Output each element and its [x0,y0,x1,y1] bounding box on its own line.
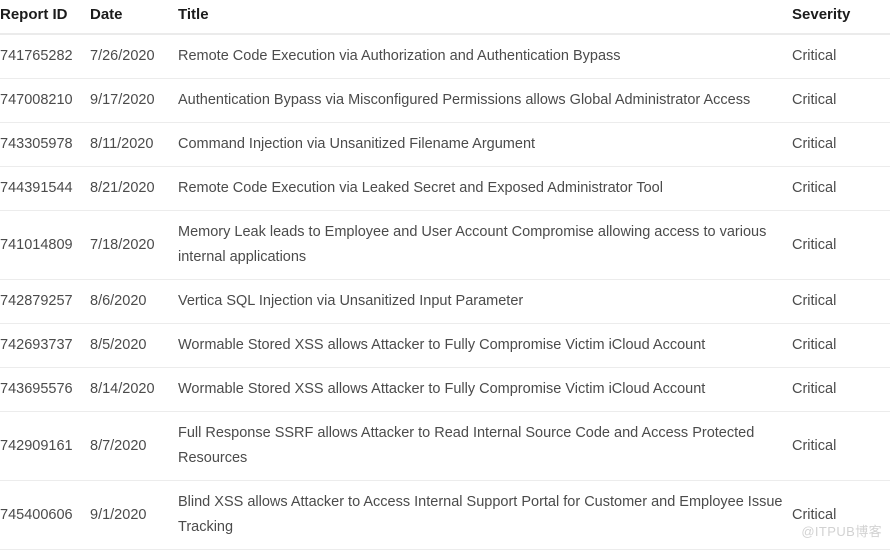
vulnerability-reports-table: Report ID Date Title Severity 7417652827… [0,0,890,550]
cell-date: 8/21/2020 [90,167,178,211]
cell-title[interactable]: Wormable Stored XSS allows Attacker to F… [178,368,792,412]
cell-severity: Critical [792,481,890,550]
cell-title[interactable]: Authentication Bypass via Misconfigured … [178,79,792,123]
cell-title[interactable]: Memory Leak leads to Employee and User A… [178,211,792,280]
cell-report-id: 747008210 [0,79,90,123]
cell-title[interactable]: Full Response SSRF allows Attacker to Re… [178,412,792,481]
table-row[interactable]: 7429091618/7/2020Full Response SSRF allo… [0,412,890,481]
cell-title[interactable]: Vertica SQL Injection via Unsanitized In… [178,280,792,324]
cell-report-id: 742909161 [0,412,90,481]
table-row[interactable]: 7443915448/21/2020Remote Code Execution … [0,167,890,211]
column-header-report-id[interactable]: Report ID [0,0,90,34]
cell-severity: Critical [792,280,890,324]
cell-severity: Critical [792,79,890,123]
cell-title[interactable]: Remote Code Execution via Leaked Secret … [178,167,792,211]
cell-date: 7/26/2020 [90,34,178,79]
table-header: Report ID Date Title Severity [0,0,890,34]
cell-date: 8/5/2020 [90,324,178,368]
table-row[interactable]: 7433059788/11/2020Command Injection via … [0,123,890,167]
cell-report-id: 741014809 [0,211,90,280]
cell-severity: Critical [792,123,890,167]
cell-title[interactable]: Wormable Stored XSS allows Attacker to F… [178,324,792,368]
table-body: 7417652827/26/2020Remote Code Execution … [0,34,890,550]
cell-date: 8/14/2020 [90,368,178,412]
cell-date: 8/6/2020 [90,280,178,324]
table-row[interactable]: 7428792578/6/2020Vertica SQL Injection v… [0,280,890,324]
table-row[interactable]: 7410148097/18/2020Memory Leak leads to E… [0,211,890,280]
cell-report-id: 745400606 [0,481,90,550]
cell-report-id: 742879257 [0,280,90,324]
cell-severity: Critical [792,324,890,368]
cell-report-id: 743695576 [0,368,90,412]
cell-date: 9/17/2020 [90,79,178,123]
cell-date: 8/11/2020 [90,123,178,167]
table-row[interactable]: 7417652827/26/2020Remote Code Execution … [0,34,890,79]
table-row[interactable]: 7470082109/17/2020Authentication Bypass … [0,79,890,123]
cell-severity: Critical [792,167,890,211]
cell-date: 7/18/2020 [90,211,178,280]
cell-title[interactable]: Remote Code Execution via Authorization … [178,34,792,79]
column-header-severity[interactable]: Severity [792,0,890,34]
column-header-date[interactable]: Date [90,0,178,34]
cell-severity: Critical [792,34,890,79]
cell-title[interactable]: Command Injection via Unsanitized Filena… [178,123,792,167]
cell-report-id: 743305978 [0,123,90,167]
cell-title[interactable]: Blind XSS allows Attacker to Access Inte… [178,481,792,550]
table-header-row: Report ID Date Title Severity [0,0,890,34]
cell-severity: Critical [792,211,890,280]
cell-severity: Critical [792,412,890,481]
cell-report-id: 741765282 [0,34,90,79]
cell-date: 9/1/2020 [90,481,178,550]
cell-report-id: 742693737 [0,324,90,368]
table-row[interactable]: 7436955768/14/2020Wormable Stored XSS al… [0,368,890,412]
cell-severity: Critical [792,368,890,412]
table-row[interactable]: 7454006069/1/2020Blind XSS allows Attack… [0,481,890,550]
cell-date: 8/7/2020 [90,412,178,481]
table-row[interactable]: 7426937378/5/2020Wormable Stored XSS all… [0,324,890,368]
column-header-title[interactable]: Title [178,0,792,34]
cell-report-id: 744391544 [0,167,90,211]
